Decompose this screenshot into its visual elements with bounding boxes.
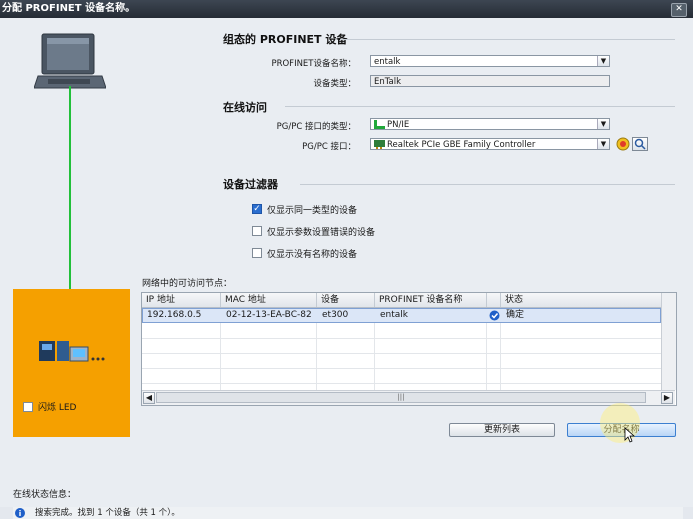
flash-led-label: 闪烁 LED <box>38 403 77 413</box>
iface-type-value: PN/IE <box>387 120 410 130</box>
horizontal-scrollbar[interactable]: ◀ ||| ▶ <box>142 390 675 405</box>
filter-param-error-label: 仅显示参数设置错误的设备 <box>267 228 376 238</box>
column-header-status[interactable]: 状态 <box>501 293 661 307</box>
grid-line <box>500 323 501 390</box>
grid-line <box>220 323 221 390</box>
flash-led-checkbox[interactable] <box>23 402 33 412</box>
divider <box>300 184 675 185</box>
column-header-spacer <box>487 293 501 307</box>
scroll-right-button[interactable]: ▶ <box>661 392 673 404</box>
cell-mac: 02-12-13-EA-BC-82 <box>226 310 312 320</box>
device-filter-heading: 设备过滤器 <box>223 178 278 191</box>
dialog-content: 闪烁 LED 组态的 PROFINET 设备 PROFINET设备名称： ent… <box>0 18 693 519</box>
pc-computer-icon <box>34 33 106 89</box>
vertical-scrollbar[interactable] <box>661 293 676 390</box>
chevron-down-icon[interactable]: ▼ <box>597 56 609 66</box>
column-header-mac[interactable]: MAC 地址 <box>221 293 317 307</box>
grid-line <box>316 323 317 390</box>
ethernet-icon <box>374 120 385 129</box>
status-message: 搜索完成。找到 1 个设备（共 1 个）。 <box>35 508 180 518</box>
chevron-down-icon[interactable]: ▼ <box>597 139 609 149</box>
network-card-icon <box>374 140 385 149</box>
device-type-value: EnTalk <box>374 77 402 87</box>
scroll-grip: ||| <box>397 393 405 401</box>
title-bar: 分配 PROFINET 设备名称。 ✕ <box>0 0 693 18</box>
status-message-bar: 搜索完成。找到 1 个设备（共 1 个）。 <box>13 507 683 519</box>
column-header-device[interactable]: 设备 <box>317 293 375 307</box>
grid-line <box>374 323 375 390</box>
scroll-left-button[interactable]: ◀ <box>143 392 155 404</box>
iface-type-select[interactable]: PN/IE ▼ <box>370 118 610 130</box>
info-icon <box>15 508 25 518</box>
status-ok-icon <box>489 310 500 321</box>
device-name-label: PROFINET设备名称： <box>271 59 356 69</box>
start-search-button[interactable] <box>632 137 648 151</box>
filter-no-name-label: 仅显示没有名称的设备 <box>267 250 358 260</box>
scroll-thumb[interactable]: ||| <box>156 392 646 403</box>
window-title: 分配 PROFINET 设备名称。 <box>2 3 136 14</box>
divider <box>285 106 675 107</box>
filter-same-type-label: 仅显示同一类型的设备 <box>267 206 358 216</box>
divider <box>340 39 675 40</box>
cursor-icon <box>624 427 636 443</box>
device-type-field: EnTalk <box>370 75 610 87</box>
column-header-name[interactable]: PROFINET 设备名称 <box>375 293 487 307</box>
configured-device-heading: 组态的 PROFINET 设备 <box>223 33 348 46</box>
cell-device: et300 <box>322 310 349 320</box>
table-header: IP 地址 MAC 地址 设备 PROFINET 设备名称 状态 <box>142 293 661 308</box>
table-row[interactable]: 192.168.0.5 02-12-13-EA-BC-82 et300 enta… <box>142 308 661 323</box>
device-panel: 闪烁 LED <box>13 289 130 437</box>
network-link-line <box>69 86 71 319</box>
iface-select[interactable]: Realtek PCIe GBE Family Controller ▼ <box>370 138 610 150</box>
device-module-icon <box>39 341 105 362</box>
iface-type-label: PG/PC 接口的类型： <box>276 122 356 132</box>
device-name-combo[interactable]: entalk ▼ <box>370 55 610 67</box>
filter-param-error-checkbox[interactable] <box>252 226 262 236</box>
device-name-value: entalk <box>374 57 401 67</box>
online-access-heading: 在线访问 <box>223 101 267 114</box>
cell-name: entalk <box>380 310 408 320</box>
cell-status: 确定 <box>506 310 525 320</box>
column-header-ip[interactable]: IP 地址 <box>142 293 221 307</box>
grid-line <box>486 323 487 390</box>
close-button[interactable]: ✕ <box>671 3 687 17</box>
search-icon <box>634 138 646 150</box>
device-type-label: 设备类型： <box>313 79 356 89</box>
status-info-heading: 在线状态信息： <box>13 490 77 500</box>
cell-ip: 192.168.0.5 <box>147 310 202 320</box>
refresh-list-button[interactable]: 更新列表 <box>449 423 555 437</box>
chevron-down-icon[interactable]: ▼ <box>597 119 609 129</box>
iface-label: PG/PC 接口： <box>302 142 356 152</box>
iface-value: Realtek PCIe GBE Family Controller <box>387 140 536 150</box>
accessible-nodes-table[interactable]: IP 地址 MAC 地址 设备 PROFINET 设备名称 状态 192.168… <box>141 292 677 406</box>
diagnostics-icon[interactable] <box>616 137 630 151</box>
accessible-nodes-heading: 网络中的可访问节点： <box>142 279 233 289</box>
filter-same-type-checkbox[interactable]: ✓ <box>252 204 262 214</box>
filter-no-name-checkbox[interactable] <box>252 248 262 258</box>
